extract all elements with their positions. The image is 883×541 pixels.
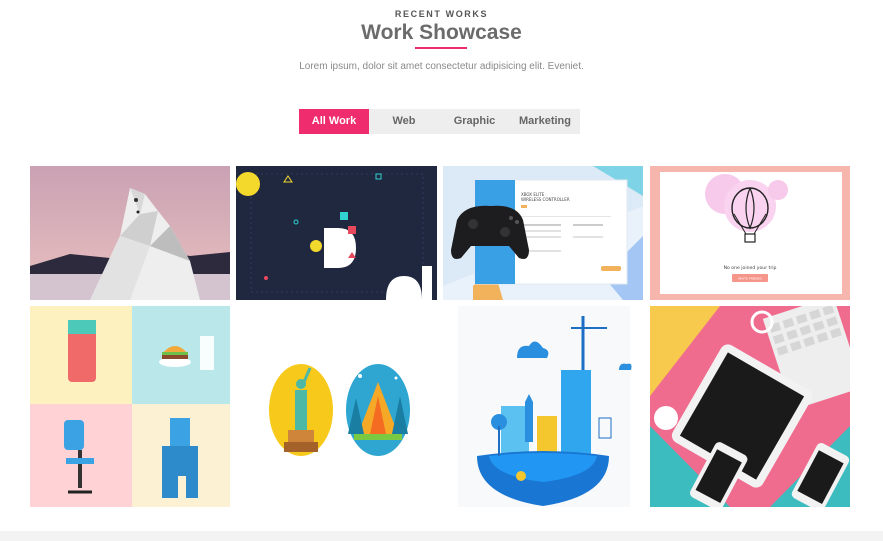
portfolio-item-landmarks[interactable] bbox=[236, 306, 437, 507]
section-title: Work Showcase bbox=[361, 21, 522, 44]
filter-graphic[interactable]: Graphic bbox=[439, 109, 510, 134]
portfolio-item-balloon-card[interactable]: No one joined your trip INVITE FRIENDS bbox=[650, 166, 850, 300]
filter-all-work[interactable]: All Work bbox=[299, 109, 369, 134]
portfolio-item-letter-d[interactable] bbox=[236, 166, 437, 300]
portfolio-item-city-island[interactable] bbox=[443, 306, 643, 507]
section-subtitle: Lorem ipsum, dolor sit amet consectetur … bbox=[299, 61, 584, 72]
balloon-card-image: No one joined your trip INVITE FRIENDS bbox=[650, 166, 850, 300]
portfolio-item-controller[interactable]: XBOX ELITE WIRELESS CONTROLLER bbox=[443, 166, 643, 300]
balloon-card-caption: No one joined your trip bbox=[724, 265, 777, 271]
city-island-image bbox=[443, 306, 643, 507]
title-underline bbox=[415, 47, 467, 49]
controller-image: XBOX ELITE WIRELESS CONTROLLER bbox=[443, 166, 643, 300]
polar-bear-image bbox=[30, 166, 230, 300]
portfolio-item-flat-objects[interactable] bbox=[30, 306, 230, 507]
landmarks-image bbox=[236, 306, 437, 507]
section-eyebrow: RECENT WORKS bbox=[394, 9, 489, 19]
filter-tabs: All Work Web Graphic Marketing bbox=[299, 109, 580, 134]
footer-strip bbox=[0, 531, 883, 541]
svg-text:WIRELESS CONTROLLER: WIRELESS CONTROLLER bbox=[521, 197, 570, 202]
flat-objects-image bbox=[30, 306, 230, 507]
letter-d-image bbox=[236, 166, 437, 300]
filter-marketing[interactable]: Marketing bbox=[510, 109, 580, 134]
balloon-card-button: INVITE FRIENDS bbox=[738, 277, 762, 281]
portfolio-item-polar-bear[interactable] bbox=[30, 166, 230, 300]
filter-web[interactable]: Web bbox=[369, 109, 439, 134]
devices-image bbox=[650, 306, 850, 507]
portfolio-item-devices[interactable] bbox=[650, 306, 850, 507]
